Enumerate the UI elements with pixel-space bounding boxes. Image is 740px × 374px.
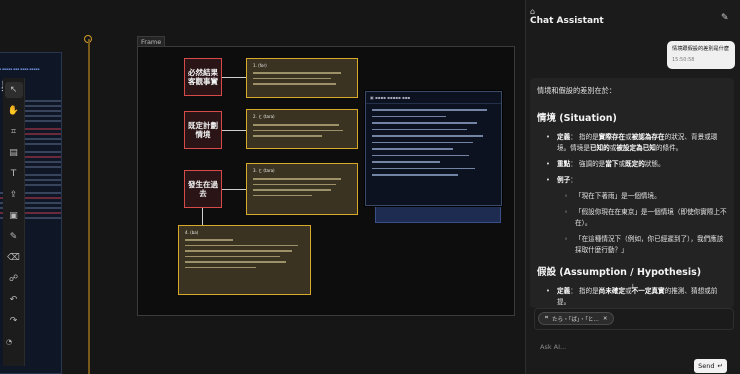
upload-icon[interactable]: ⇪ [5,187,23,203]
connector-line [222,189,246,190]
user-message-time: 15:50:58 [672,57,695,63]
whiteboard-canvas[interactable]: ▪ ▪▪▪▪▪ ▪▪▪ ▪▪▪▪ ▪▪▪▪▪ 與用 ↖ ✋ ⌗ ▤ [0,0,525,374]
send-button-label: Send [698,362,715,370]
list-item: 「假設你現在在東京」是一個情境（即使你實際上不在）。 [537,207,727,229]
card-heading: 2. と (tara) [253,114,275,119]
pen-icon[interactable]: ✎ [5,229,23,245]
card-heading: 1. (for) [253,63,267,68]
note-card-underlay [375,205,501,223]
image-icon[interactable]: ▣ [5,208,23,224]
context-chip-icon: ⌗ [545,315,549,321]
section-title-situation: 情境 (Situation) [537,113,617,124]
user-message-bubble: 情境跟假設的差別是什麼 15:50:58 [667,41,735,69]
new-chat-icon[interactable]: ✎ [721,13,729,23]
user-message-text: 情境跟假設的差別是什麼 [672,46,730,52]
diagram-node-plan[interactable]: 既定計劃 情境 [184,111,222,149]
list-item: 定義： 指的是實際存在或被認為存在的狀況、背景或環境。情境是已知的或被設定為已知… [537,132,727,154]
close-icon[interactable]: ✕ [603,316,608,322]
context-chip-label: たら・「ば」・「と… [552,316,599,323]
chat-assistant-icon: ⌂ [530,7,536,16]
situation-list: 定義： 指的是實際存在或被認為存在的狀況、背景或環境。情境是已知的或被設定為已知… [537,132,727,256]
diagram-node-inevitable[interactable]: 必然結果 客觀事實 [184,58,222,96]
app-window: ▪ ▪▪▪▪▪ ▪▪▪ ▪▪▪▪ ▪▪▪▪▪ 與用 ↖ ✋ ⌗ ▤ [0,0,740,374]
list-item: 例子： [537,175,727,186]
grammar-card[interactable]: 4. (ba) [178,225,311,295]
grammar-card[interactable]: 2. と (tara) [246,109,358,149]
mouse-cursor: ↓ [630,283,636,291]
assistant-message: 情境和假設的差別在於： 情境 (Situation) 定義： 指的是實際存在或被… [530,78,734,308]
frame-icon[interactable]: ⌗ [5,124,23,140]
link-icon[interactable]: ☍ [5,271,23,287]
note-card-heading: ▣ ▪▪▪▪ ▪▪▪▪▪ ▪▪▪ [366,92,501,104]
eraser-icon[interactable]: ⌫ [5,250,23,266]
grammar-card[interactable]: 3. と (tara) [246,163,358,215]
cursor-icon[interactable]: ↖ [4,82,23,98]
selection-guide-line [88,39,90,374]
connector-line [222,77,246,78]
list-item: 「現在下著雨」是一個情境。 [537,191,727,202]
send-button[interactable]: Send ↵ [694,359,727,373]
list-item: 重點： 強調的是當下或既定的狀態。 [537,159,727,170]
canvas-toolbar: ↖ ✋ ⌗ ▤ T ⇪ ▣ ✎ ⌫ ☍ ↶ ↷ [3,78,25,366]
context-chip[interactable]: ⌗ たら・「ば」・「と… ✕ [538,312,615,325]
assistant-intro: 情境和假設的差別在於： [537,86,617,95]
left-doc-ticker: ▪ ▪▪▪▪▪ ▪▪▪ ▪▪▪▪ ▪▪▪▪▪ [0,67,40,71]
history-icon[interactable]: ◔ [6,338,12,346]
connector-line [202,208,203,225]
enter-icon: ↵ [717,362,723,370]
section-title-assumption: 假設 (Assumption / Hypothesis) [537,267,702,278]
undo-icon[interactable]: ↶ [5,292,23,308]
hand-icon[interactable]: ✋ [5,103,23,119]
connector-line [222,130,246,131]
text-icon[interactable]: T [5,166,23,182]
chat-input[interactable]: Ask AI... [540,343,566,351]
grammar-card[interactable]: 1. (for) [246,58,358,98]
left-doc-text-block [25,100,61,122]
expanded-note-card[interactable]: ▣ ▪▪▪▪ ▪▪▪▪▪ ▪▪▪ [365,91,502,206]
diagram-node-past[interactable]: 發生在過去 [184,170,222,208]
document-icon[interactable]: ▤ [5,145,23,161]
chat-title: Chat Assistant [530,16,604,26]
card-heading: 4. (ba) [185,230,199,235]
card-heading: 3. と (tara) [253,168,275,173]
redo-icon[interactable]: ↷ [5,313,23,329]
list-item: 「在這種情況下（例如，你已經遲到了），我們應該採取什麼行動？」 [537,234,727,256]
